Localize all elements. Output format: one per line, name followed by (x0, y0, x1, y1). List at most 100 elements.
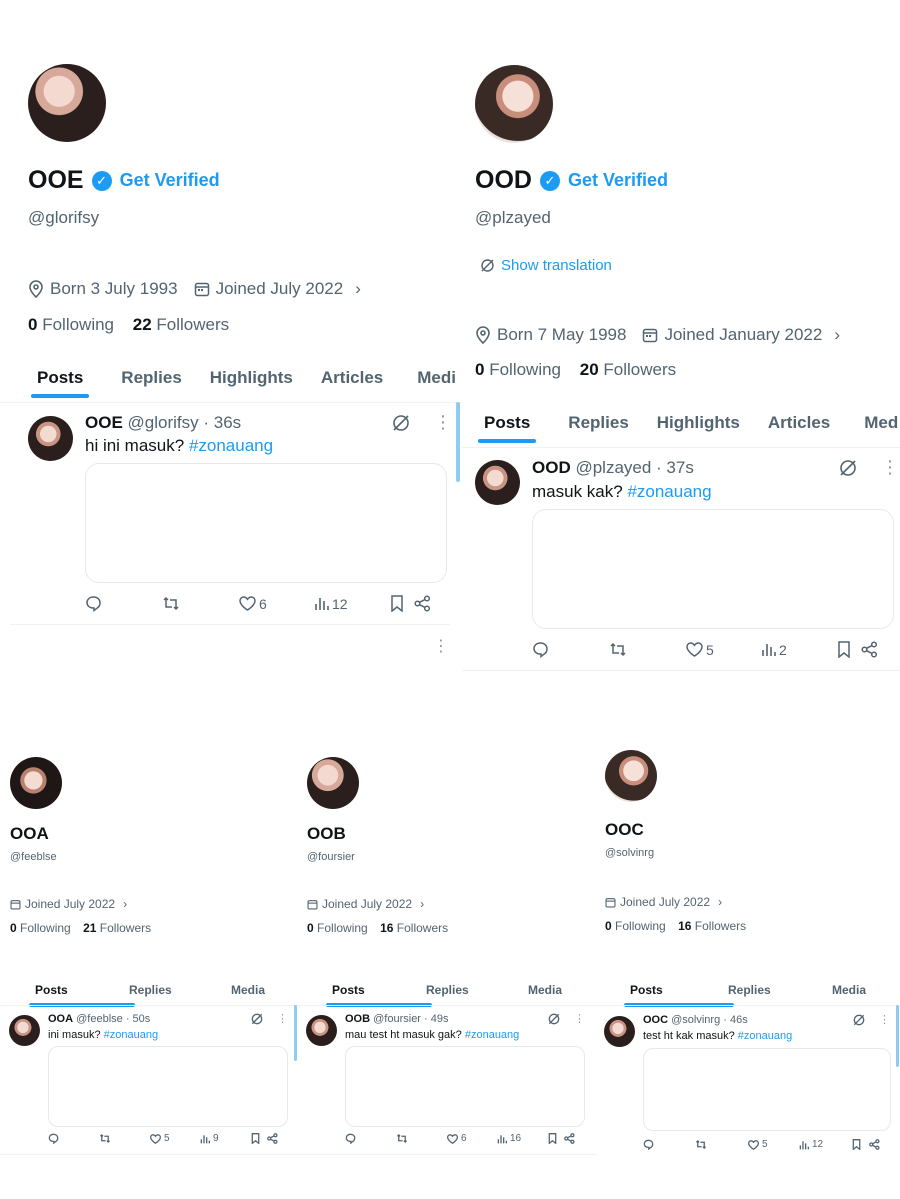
chevron-right-icon[interactable]: › (355, 279, 361, 299)
tab-media[interactable]: Medi (417, 368, 456, 388)
post-author[interactable]: OOE (85, 413, 123, 432)
following-link[interactable]: 0 Following (475, 360, 561, 379)
post-author[interactable]: OOB (345, 1013, 370, 1025)
views-button[interactable]: 12 (799, 1139, 852, 1150)
like-button[interactable]: 5 (150, 1133, 200, 1144)
tab-replies[interactable]: Replies (568, 413, 628, 433)
tab-highlights[interactable]: Highlights (657, 413, 740, 433)
profile-avatar[interactable] (475, 65, 553, 143)
followers-link[interactable]: 21 Followers (83, 921, 151, 935)
tab-articles[interactable]: Articles (768, 413, 830, 433)
scrollbar[interactable] (896, 1005, 899, 1067)
more-icon[interactable]: ⋮ (574, 1012, 585, 1025)
post-avatar[interactable] (604, 1016, 635, 1047)
like-button[interactable]: 5 (748, 1139, 799, 1150)
chevron-right-icon[interactable]: › (834, 325, 840, 345)
chevron-right-icon[interactable]: › (718, 895, 722, 909)
more-icon[interactable]: ⋮ (277, 1012, 288, 1025)
get-verified-link[interactable]: Get Verified (120, 170, 220, 191)
like-button[interactable]: 6 (447, 1133, 497, 1144)
tab-articles[interactable]: Articles (321, 368, 383, 388)
post-media[interactable] (85, 463, 447, 583)
post-hashtag[interactable]: #zonauang (189, 436, 273, 455)
profile-avatar[interactable] (605, 750, 657, 802)
retweet-button[interactable] (162, 595, 239, 612)
post-media[interactable] (643, 1048, 891, 1131)
followers-link[interactable]: 16 Followers (380, 921, 448, 935)
bookmark-button[interactable] (852, 1139, 869, 1150)
post-hashtag[interactable]: #zonauang (104, 1029, 158, 1041)
like-button[interactable]: 5 (686, 642, 761, 658)
grok-icon[interactable] (251, 1013, 263, 1025)
retweet-button[interactable] (695, 1139, 748, 1150)
share-button[interactable] (564, 1133, 575, 1144)
views-button[interactable]: 2 (761, 642, 837, 658)
tab-replies[interactable]: Replies (121, 368, 181, 388)
like-button[interactable]: 6 (239, 596, 314, 612)
post-media[interactable] (48, 1046, 288, 1127)
scrollbar[interactable] (456, 402, 460, 482)
post-media[interactable] (345, 1046, 585, 1127)
show-translation-link[interactable]: Show translation (480, 257, 612, 274)
grok-icon[interactable] (839, 459, 857, 477)
tab-replies[interactable]: Replies (728, 983, 832, 997)
profile-avatar[interactable] (28, 64, 106, 142)
chevron-right-icon[interactable]: › (420, 897, 424, 911)
reply-button[interactable] (643, 1139, 695, 1150)
more-icon[interactable]: ⋮ (881, 457, 899, 478)
reply-button[interactable] (345, 1133, 396, 1144)
following-link[interactable]: 0 Following (28, 315, 114, 334)
views-button[interactable]: 16 (497, 1133, 548, 1144)
retweet-button[interactable] (609, 641, 686, 658)
share-button[interactable] (869, 1139, 880, 1150)
grok-icon[interactable] (548, 1013, 560, 1025)
tab-replies[interactable]: Replies (426, 983, 528, 997)
tab-media[interactable]: Media (528, 983, 562, 997)
reply-button[interactable] (532, 641, 609, 658)
tab-highlights[interactable]: Highlights (210, 368, 293, 388)
retweet-button[interactable] (396, 1133, 447, 1144)
reply-button[interactable] (48, 1133, 99, 1144)
profile-avatar[interactable] (10, 757, 62, 809)
post-hashtag[interactable]: #zonauang (465, 1029, 519, 1041)
more-icon[interactable]: ⋮ (433, 636, 449, 656)
followers-link[interactable]: 22 Followers (133, 315, 229, 334)
reply-button[interactable] (85, 595, 162, 612)
retweet-button[interactable] (99, 1133, 150, 1144)
followers-link[interactable]: 16 Followers (678, 919, 746, 933)
tab-media[interactable]: Media (832, 983, 866, 997)
post-author[interactable]: OOD (532, 458, 571, 477)
post-avatar[interactable] (9, 1015, 40, 1046)
following-link[interactable]: 0 Following (605, 919, 666, 933)
share-button[interactable] (267, 1133, 278, 1144)
views-button[interactable]: 12 (314, 596, 390, 612)
post-hashtag[interactable]: #zonauang (738, 1030, 792, 1042)
show-translation-label[interactable]: Show translation (501, 257, 612, 274)
more-icon[interactable]: ⋮ (879, 1013, 890, 1026)
post-avatar[interactable] (306, 1015, 337, 1046)
bookmark-button[interactable] (390, 595, 414, 612)
more-icon[interactable]: ⋮ (434, 412, 452, 433)
post-avatar[interactable] (28, 416, 73, 461)
tab-media[interactable]: Media (231, 983, 265, 997)
share-button[interactable] (861, 641, 878, 658)
scrollbar[interactable] (294, 1005, 297, 1061)
post-avatar[interactable] (475, 460, 520, 505)
tab-posts[interactable]: Posts (624, 983, 734, 1007)
bookmark-button[interactable] (251, 1133, 267, 1144)
tab-media[interactable]: Med (864, 413, 898, 433)
tab-posts[interactable]: Posts (326, 983, 432, 1007)
share-button[interactable] (414, 595, 431, 612)
tab-posts[interactable]: Posts (29, 983, 135, 1007)
tab-replies[interactable]: Replies (129, 983, 231, 997)
followers-link[interactable]: 20 Followers (580, 360, 676, 379)
tab-posts[interactable]: Posts (477, 413, 537, 443)
tab-posts[interactable]: Posts (30, 368, 90, 398)
post-media[interactable] (532, 509, 894, 629)
get-verified-link[interactable]: Get Verified (568, 170, 668, 191)
following-link[interactable]: 0 Following (10, 921, 71, 935)
views-button[interactable]: 9 (200, 1133, 251, 1144)
chevron-right-icon[interactable]: › (123, 897, 127, 911)
grok-icon[interactable] (853, 1014, 865, 1026)
post-hashtag[interactable]: #zonauang (627, 482, 711, 501)
